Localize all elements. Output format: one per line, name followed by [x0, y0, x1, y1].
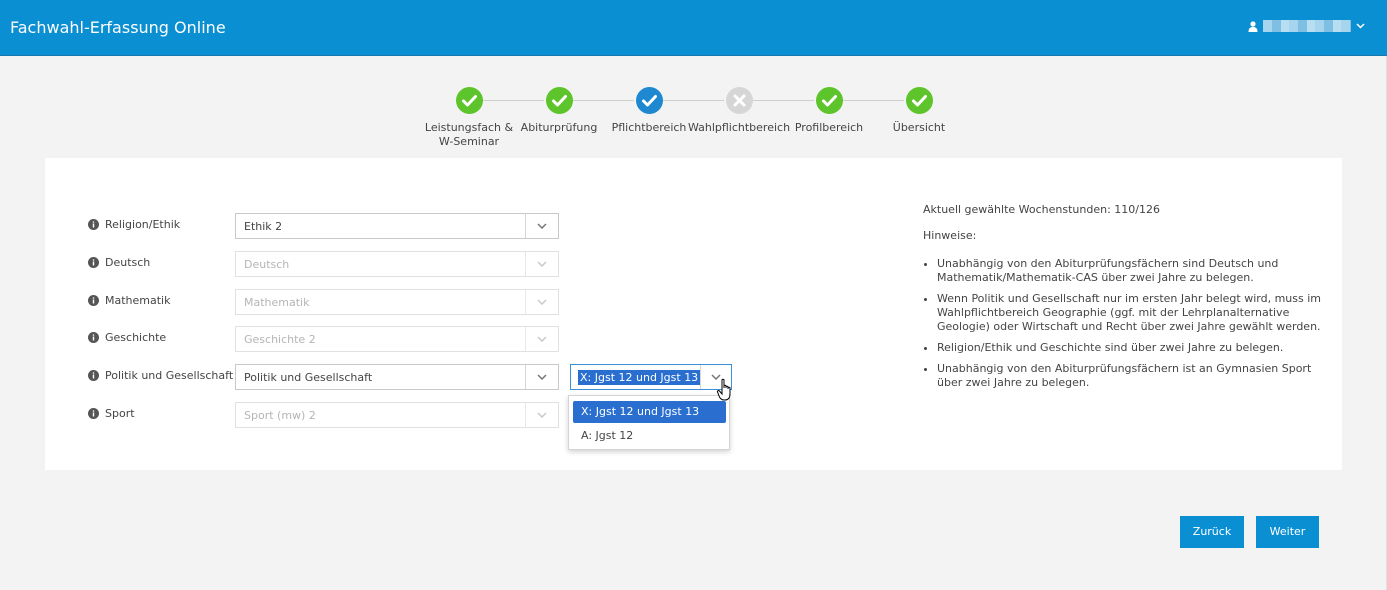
- chevron-down-icon: [525, 252, 558, 276]
- check-icon: [635, 87, 663, 114]
- religion-select[interactable]: Ethik 2: [235, 213, 559, 239]
- hint-item: Wenn Politik und Gesellschaft nur im ers…: [937, 292, 1323, 334]
- hint-item: Religion/Ethik und Geschichte sind über …: [937, 341, 1323, 355]
- info-icon[interactable]: [88, 408, 99, 419]
- check-icon: [455, 87, 483, 114]
- close-icon: [725, 87, 753, 114]
- next-button[interactable]: Weiter: [1256, 516, 1319, 548]
- field-label-religion: Religion/Ethik: [88, 218, 180, 231]
- chevron-down-icon: [1356, 23, 1365, 29]
- jgst-dropdown-list: X: Jgst 12 und Jgst 13 A: Jgst 12: [568, 395, 730, 450]
- info-icon[interactable]: [88, 332, 99, 343]
- chevron-down-icon: [525, 403, 558, 427]
- check-icon: [905, 87, 933, 114]
- mathematik-select: Mathematik: [235, 289, 559, 315]
- check-icon: [545, 87, 573, 114]
- jgst-option[interactable]: X: Jgst 12 und Jgst 13: [573, 401, 726, 423]
- info-panel: Aktuell gewählte Wochenstunden: 110/126 …: [923, 203, 1323, 397]
- user-icon: [1248, 20, 1258, 32]
- chevron-down-icon: [525, 214, 558, 238]
- politik-select[interactable]: Politik und Gesellschaft: [235, 364, 559, 390]
- field-label-deutsch: Deutsch: [88, 256, 150, 269]
- hand-cursor-icon: [716, 378, 731, 401]
- hours-text: Aktuell gewählte Wochenstunden: 110/126: [923, 203, 1160, 216]
- field-label-politik: Politik und Gesellschaft: [88, 369, 233, 382]
- wizard-step-uebersicht[interactable]: Übersicht: [864, 87, 974, 135]
- chevron-down-icon: [525, 365, 558, 389]
- sport-select: Sport (mw) 2: [235, 402, 559, 428]
- jgst-option[interactable]: A: Jgst 12: [573, 425, 726, 447]
- field-label-sport: Sport: [88, 407, 135, 420]
- field-label-geschichte: Geschichte: [88, 331, 166, 344]
- jgst-select[interactable]: X: Jgst 12 und Jgst 13: [570, 364, 732, 390]
- chevron-down-icon: [525, 290, 558, 314]
- info-icon[interactable]: [88, 370, 99, 381]
- app-title: Fachwahl-Erfassung Online: [10, 18, 226, 37]
- check-icon: [815, 87, 843, 114]
- info-icon[interactable]: [88, 219, 99, 230]
- wizard-step-label: Übersicht: [892, 121, 946, 134]
- info-icon[interactable]: [88, 257, 99, 268]
- info-icon[interactable]: [88, 295, 99, 306]
- user-menu[interactable]: [1248, 20, 1365, 32]
- user-name-redacted: [1263, 20, 1351, 32]
- hint-item: Unabhängig von den Abiturprüfungsfächern…: [937, 257, 1323, 285]
- chevron-down-icon: [525, 327, 558, 351]
- hints-list: Unabhängig von den Abiturprüfungsfächern…: [923, 257, 1323, 390]
- field-label-mathematik: Mathematik: [88, 294, 170, 307]
- back-button[interactable]: Zurück: [1180, 516, 1244, 548]
- top-navbar: Fachwahl-Erfassung Online: [0, 0, 1387, 56]
- geschichte-select: Geschichte 2: [235, 326, 559, 352]
- deutsch-select: Deutsch: [235, 251, 559, 277]
- hint-item: Unabhängig von den Abiturprüfungsfächern…: [937, 362, 1323, 390]
- hints-title: Hinweise:: [923, 229, 977, 242]
